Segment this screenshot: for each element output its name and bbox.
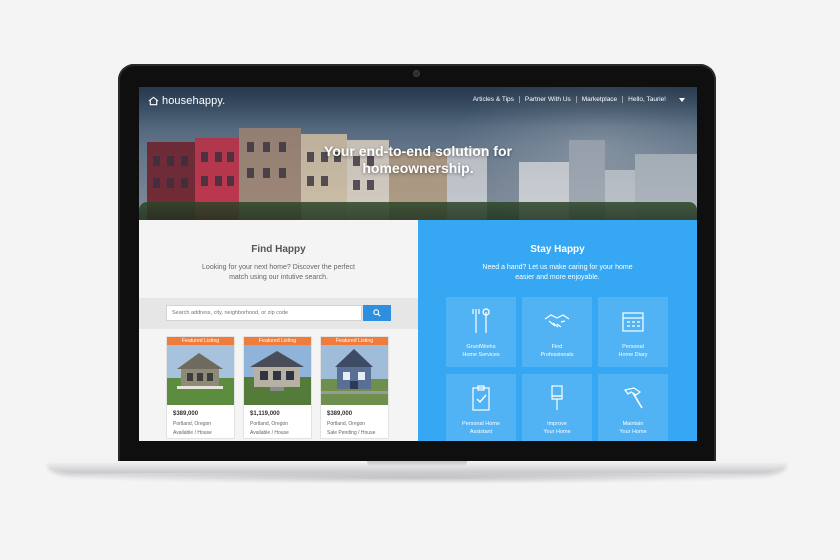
paintbrush-icon [551,385,563,410]
service-tile-home-assistant[interactable]: Personal Home Assistant [446,374,516,441]
stay-happy-description: Need a hand? Let us make caring for your… [482,264,633,281]
service-tile-label: Personal Home [462,421,500,427]
listing-price: $1,119,000 [250,411,280,417]
laptop-notch [367,461,467,467]
listing-location: Portland, Oregon [327,421,366,427]
hammer-icon [623,387,643,409]
featured-listing-badge: Featured Listing [244,337,311,345]
clipboard-check-icon [472,385,490,411]
search-input[interactable] [166,305,362,321]
laptop-shadow [60,472,774,484]
featured-listing-badge: Featured Listing [321,337,388,345]
service-tile-label: Improve [547,421,567,427]
stay-happy-title: Stay Happy [530,244,585,255]
service-tile-label: Maintain [622,421,644,427]
listing-location: Portland, Oregon [250,421,289,427]
search-icon [373,309,381,317]
service-tile-find-professionals[interactable]: Find Professionals [522,297,592,367]
listing-photo [167,345,234,405]
service-tile-label: Assistant [469,429,493,435]
service-tile-label: Home Services [462,352,500,358]
service-tile-label: Professionals [540,352,574,358]
nav-links: Articles & Tips Partner With Us Marketpl… [468,96,685,103]
nav-link-user-greeting[interactable]: Hello, Taurie! [622,96,671,103]
service-tile-gruntworks[interactable]: GruntWorks Home Services [446,297,516,367]
service-tile-label: Find [551,344,563,350]
listing-card[interactable]: Featured Listing $1,119,000 Portland, Or… [243,336,312,439]
chevron-down-icon[interactable] [679,97,685,102]
listing-card[interactable]: Featured Listing $389,000 Portland, Oreg… [166,336,235,439]
handshake-icon [544,314,570,328]
service-tile-maintain-home[interactable]: Maintain Your Home [598,374,668,441]
service-tile-label: Your Home [543,429,571,435]
listing-location: Portland, Oregon [173,421,212,427]
listing-photo [244,345,311,405]
logo[interactable]: househappy. [148,95,225,107]
service-tile-label: Personal [622,344,644,350]
listing-status: Available / House [250,430,289,436]
nav-link-articles[interactable]: Articles & Tips [468,96,519,103]
listing-price: $389,000 [327,411,353,417]
house-logo-icon [148,96,159,106]
find-happy-title: Find Happy [251,244,306,255]
listing-status: Sale Pending / House [327,430,376,436]
find-happy-panel: Find Happy Looking for your next home? D… [139,220,418,441]
service-tile-home-diary[interactable]: Personal Home Diary [598,297,668,367]
nav-link-marketplace[interactable]: Marketplace [575,96,622,103]
hero-title: Your end-to-end solution for homeownersh… [324,143,512,176]
top-nav: househappy. Articles & Tips Partner With… [139,87,697,115]
featured-listing-badge: Featured Listing [167,337,234,345]
stay-happy-panel: Stay Happy Need a hand? Let us make cari… [418,220,697,441]
listing-status: Available / House [173,430,212,436]
service-tile-label: GruntWorks [466,344,496,350]
screen: househappy. Articles & Tips Partner With… [139,87,697,441]
listing-card[interactable]: Featured Listing $389,000 Portland, Oreg… [320,336,389,439]
logo-text: househappy. [162,95,226,107]
find-happy-description: Looking for your next home? Discover the… [202,264,355,281]
service-tile-label: Your Home [619,429,647,435]
calendar-icon [622,312,644,332]
listing-photo [321,345,388,405]
search-button[interactable] [363,305,391,321]
listing-price: $389,000 [173,411,199,417]
hero-banner: househappy. Articles & Tips Partner With… [139,87,697,220]
camera-icon [413,70,420,77]
service-tile-improve-home[interactable]: Improve Your Home [522,374,592,441]
nav-link-partner[interactable]: Partner With Us [518,96,576,103]
service-tile-label: Home Diary [618,352,648,358]
tools-icon [472,308,490,333]
